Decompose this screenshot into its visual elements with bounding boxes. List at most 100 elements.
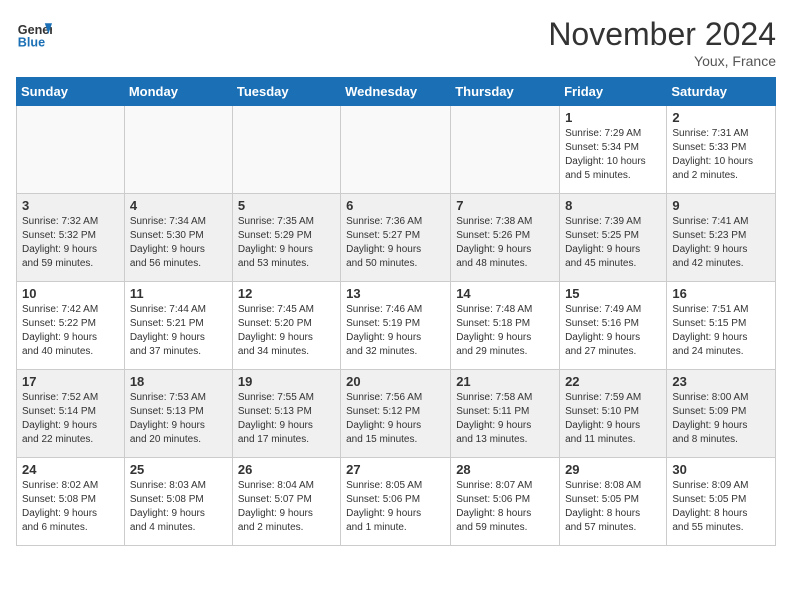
logo: General Blue [16, 16, 52, 52]
day-info: Sunrise: 7:42 AM Sunset: 5:22 PM Dayligh… [22, 303, 119, 359]
weekday-header-row: SundayMondayTuesdayWednesdayThursdayFrid… [17, 78, 776, 106]
svg-text:Blue: Blue [18, 36, 45, 50]
day-number: 24 [22, 462, 119, 477]
calendar-cell: 27 Sunrise: 8:05 AM Sunset: 5:06 PM Dayli… [341, 458, 451, 546]
day-info: Sunrise: 7:58 AM Sunset: 5:11 PM Dayligh… [456, 391, 554, 447]
day-info: Sunrise: 7:48 AM Sunset: 5:18 PM Dayligh… [456, 303, 554, 359]
calendar-cell: 22 Sunrise: 7:59 AM Sunset: 5:10 PM Dayli… [560, 370, 667, 458]
calendar-cell: 2Sunrise: 7:31 AM Sunset: 5:33 PM Daylig… [667, 106, 776, 194]
week-row-3: 10Sunrise: 7:42 AM Sunset: 5:22 PM Dayli… [17, 282, 776, 370]
day-number: 22 [565, 374, 661, 389]
weekday-header-saturday: Saturday [667, 78, 776, 106]
calendar-table: SundayMondayTuesdayWednesdayThursdayFrid… [16, 77, 776, 546]
day-info: Sunrise: 8:04 AM Sunset: 5:07 PM Dayligh… [238, 479, 335, 535]
day-info: Sunrise: 7:56 AM Sunset: 5:12 PM Dayligh… [346, 391, 445, 447]
weekday-header-sunday: Sunday [17, 78, 125, 106]
day-number: 18 [130, 374, 227, 389]
calendar-cell: 4 Sunrise: 7:34 AM Sunset: 5:30 PM Daylig… [124, 194, 232, 282]
day-number: 11 [130, 286, 227, 301]
calendar-cell: 1Sunrise: 7:29 AM Sunset: 5:34 PM Daylig… [560, 106, 667, 194]
weekday-header-tuesday: Tuesday [232, 78, 340, 106]
day-info: Sunrise: 7:41 AM Sunset: 5:23 PM Dayligh… [672, 215, 770, 271]
day-info: Sunrise: 7:51 AM Sunset: 5:15 PM Dayligh… [672, 303, 770, 359]
day-number: 5 [238, 198, 335, 213]
day-number: 13 [346, 286, 445, 301]
calendar-cell: 15 Sunrise: 7:49 AM Sunset: 5:16 PM Dayli… [560, 282, 667, 370]
day-info: Sunrise: 8:07 AM Sunset: 5:06 PM Dayligh… [456, 479, 554, 535]
day-number: 27 [346, 462, 445, 477]
day-info: Sunrise: 7:55 AM Sunset: 5:13 PM Dayligh… [238, 391, 335, 447]
day-info: Sunrise: 8:09 AM Sunset: 5:05 PM Dayligh… [672, 479, 770, 535]
month-title: November 2024 [548, 16, 776, 53]
calendar-cell [232, 106, 340, 194]
day-number: 8 [565, 198, 661, 213]
calendar-cell: 17 Sunrise: 7:52 AM Sunset: 5:14 PM Dayli… [17, 370, 125, 458]
day-number: 17 [22, 374, 119, 389]
calendar-cell: 29 Sunrise: 8:08 AM Sunset: 5:05 PM Dayli… [560, 458, 667, 546]
day-number: 12 [238, 286, 335, 301]
day-number: 14 [456, 286, 554, 301]
day-info: Sunrise: 7:34 AM Sunset: 5:30 PM Dayligh… [130, 215, 227, 271]
week-row-1: 1Sunrise: 7:29 AM Sunset: 5:34 PM Daylig… [17, 106, 776, 194]
day-info: Sunrise: 7:45 AM Sunset: 5:20 PM Dayligh… [238, 303, 335, 359]
day-number: 19 [238, 374, 335, 389]
day-info: Sunrise: 8:02 AM Sunset: 5:08 PM Dayligh… [22, 479, 119, 535]
calendar-cell: 10Sunrise: 7:42 AM Sunset: 5:22 PM Dayli… [17, 282, 125, 370]
calendar-cell: 7 Sunrise: 7:38 AM Sunset: 5:26 PM Daylig… [451, 194, 560, 282]
calendar-cell [451, 106, 560, 194]
day-info: Sunrise: 7:35 AM Sunset: 5:29 PM Dayligh… [238, 215, 335, 271]
day-number: 4 [130, 198, 227, 213]
day-number: 6 [346, 198, 445, 213]
day-info: Sunrise: 8:05 AM Sunset: 5:06 PM Dayligh… [346, 479, 445, 535]
calendar-cell: 21 Sunrise: 7:58 AM Sunset: 5:11 PM Dayli… [451, 370, 560, 458]
day-info: Sunrise: 8:08 AM Sunset: 5:05 PM Dayligh… [565, 479, 661, 535]
day-info: Sunrise: 7:59 AM Sunset: 5:10 PM Dayligh… [565, 391, 661, 447]
day-info: Sunrise: 8:03 AM Sunset: 5:08 PM Dayligh… [130, 479, 227, 535]
day-info: Sunrise: 7:39 AM Sunset: 5:25 PM Dayligh… [565, 215, 661, 271]
calendar-cell: 19 Sunrise: 7:55 AM Sunset: 5:13 PM Dayli… [232, 370, 340, 458]
day-info: Sunrise: 7:44 AM Sunset: 5:21 PM Dayligh… [130, 303, 227, 359]
day-number: 30 [672, 462, 770, 477]
calendar-cell: 16Sunrise: 7:51 AM Sunset: 5:15 PM Dayli… [667, 282, 776, 370]
day-info: Sunrise: 7:46 AM Sunset: 5:19 PM Dayligh… [346, 303, 445, 359]
weekday-header-wednesday: Wednesday [341, 78, 451, 106]
calendar-cell: 30 Sunrise: 8:09 AM Sunset: 5:05 PM Dayli… [667, 458, 776, 546]
logo-icon: General Blue [16, 16, 52, 52]
day-info: Sunrise: 7:38 AM Sunset: 5:26 PM Dayligh… [456, 215, 554, 271]
location: Youx, France [548, 53, 776, 69]
calendar-cell: 12 Sunrise: 7:45 AM Sunset: 5:20 PM Dayli… [232, 282, 340, 370]
page-header: General Blue November 2024 Youx, France [16, 16, 776, 69]
day-info: Sunrise: 7:32 AM Sunset: 5:32 PM Dayligh… [22, 215, 119, 271]
calendar-cell: 6 Sunrise: 7:36 AM Sunset: 5:27 PM Daylig… [341, 194, 451, 282]
weekday-header-friday: Friday [560, 78, 667, 106]
calendar-cell: 8 Sunrise: 7:39 AM Sunset: 5:25 PM Daylig… [560, 194, 667, 282]
day-info: Sunrise: 8:00 AM Sunset: 5:09 PM Dayligh… [672, 391, 770, 447]
day-number: 28 [456, 462, 554, 477]
calendar-cell: 18 Sunrise: 7:53 AM Sunset: 5:13 PM Dayli… [124, 370, 232, 458]
calendar-cell: 13 Sunrise: 7:46 AM Sunset: 5:19 PM Dayli… [341, 282, 451, 370]
day-info: Sunrise: 7:49 AM Sunset: 5:16 PM Dayligh… [565, 303, 661, 359]
weekday-header-monday: Monday [124, 78, 232, 106]
day-number: 2 [672, 110, 770, 125]
calendar-cell [124, 106, 232, 194]
calendar-cell: 26 Sunrise: 8:04 AM Sunset: 5:07 PM Dayli… [232, 458, 340, 546]
calendar-cell: 3Sunrise: 7:32 AM Sunset: 5:32 PM Daylig… [17, 194, 125, 282]
day-info: Sunrise: 7:52 AM Sunset: 5:14 PM Dayligh… [22, 391, 119, 447]
calendar-cell: 25 Sunrise: 8:03 AM Sunset: 5:08 PM Dayli… [124, 458, 232, 546]
title-area: November 2024 Youx, France [548, 16, 776, 69]
day-number: 26 [238, 462, 335, 477]
day-info: Sunrise: 7:53 AM Sunset: 5:13 PM Dayligh… [130, 391, 227, 447]
weekday-header-thursday: Thursday [451, 78, 560, 106]
day-info: Sunrise: 7:29 AM Sunset: 5:34 PM Dayligh… [565, 127, 661, 183]
calendar-cell [341, 106, 451, 194]
day-number: 23 [672, 374, 770, 389]
day-info: Sunrise: 7:36 AM Sunset: 5:27 PM Dayligh… [346, 215, 445, 271]
day-number: 25 [130, 462, 227, 477]
day-number: 15 [565, 286, 661, 301]
day-number: 7 [456, 198, 554, 213]
day-number: 29 [565, 462, 661, 477]
week-row-5: 24 Sunrise: 8:02 AM Sunset: 5:08 PM Dayli… [17, 458, 776, 546]
day-number: 9 [672, 198, 770, 213]
day-number: 21 [456, 374, 554, 389]
week-row-2: 3Sunrise: 7:32 AM Sunset: 5:32 PM Daylig… [17, 194, 776, 282]
